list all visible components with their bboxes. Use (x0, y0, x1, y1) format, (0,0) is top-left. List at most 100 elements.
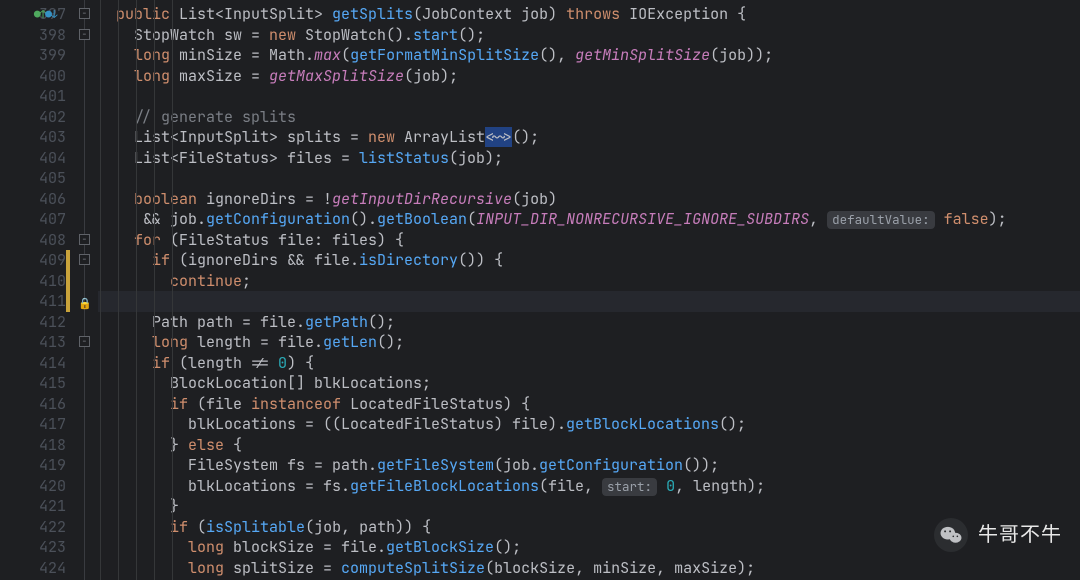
code-token: getConfiguration (206, 209, 350, 229)
code-line[interactable]: long blockSize = file.getBlockSize(); (98, 537, 1080, 558)
code-token: getFileBlockLocations (350, 476, 539, 496)
line-number[interactable]: 398 (0, 25, 66, 46)
line-number[interactable]: 422 (0, 517, 66, 538)
code-line[interactable]: public List<InputSplit> getSplits(JobCon… (98, 4, 1080, 25)
code-line[interactable]: Path path = file.getPath(); (98, 312, 1080, 333)
code-token: getMinSplitSize (575, 45, 710, 65)
code-line[interactable]: if (ignoreDirs && file.isDirectory()) { (98, 250, 1080, 271)
code-line[interactable]: continue; (98, 271, 1080, 292)
line-number[interactable]: 419 (0, 455, 66, 476)
code-token: (); (377, 332, 404, 352)
line-number[interactable]: 408 (0, 230, 66, 251)
line-number[interactable]: 405 (0, 168, 66, 189)
code-area[interactable]: public List<InputSplit> getSplits(JobCon… (98, 0, 1080, 580)
line-number[interactable]: 413 (0, 332, 66, 353)
fold-column[interactable]: −−−−−🔒 (72, 0, 98, 580)
line-number[interactable]: 403 (0, 127, 66, 148)
code-token: ()) { (458, 250, 503, 270)
code-token: (blockSize, minSize, maxSize); (485, 558, 755, 578)
line-number[interactable]: 414 (0, 353, 66, 374)
code-token: (job)); (710, 45, 773, 65)
indent-guide (154, 0, 155, 580)
code-editor[interactable]: ●↑●↓ 39739839940040140240340440540640740… (0, 0, 1080, 580)
code-token: (job, path)) { (305, 517, 431, 537)
watermark-text: 牛哥不牛 (978, 525, 1062, 546)
code-token: ; (242, 271, 251, 291)
code-token: long (188, 537, 233, 557)
code-line[interactable]: BlockLocation[] blkLocations; (98, 373, 1080, 394)
line-number[interactable]: 417 (0, 414, 66, 435)
code-token: INPUT_DIR_NONRECURSIVE_IGNORE_SUBDIRS (476, 209, 809, 229)
line-number[interactable]: 406 (0, 189, 66, 210)
code-token (98, 250, 152, 270)
line-number[interactable]: 415 (0, 373, 66, 394)
code-token: } (98, 435, 188, 455)
code-token: List<InputSplit> (179, 4, 332, 24)
code-line[interactable]: List<InputSplit> splits = new ArrayList<… (98, 127, 1080, 148)
line-number[interactable]: 407 (0, 209, 66, 230)
line-number[interactable]: 401 (0, 86, 66, 107)
code-token: blockSize = file. (233, 537, 386, 557)
code-token (98, 107, 134, 127)
fold-toggle[interactable]: − (79, 234, 90, 245)
vcs-incoming-icon[interactable]: ●↑ (34, 8, 45, 22)
code-line[interactable]: } else { (98, 435, 1080, 456)
line-number[interactable]: 399 (0, 45, 66, 66)
line-number[interactable]: 411 (0, 291, 66, 312)
code-token: if (170, 394, 197, 414)
code-line[interactable]: long splitSize = computeSplitSize(blockS… (98, 558, 1080, 579)
code-line[interactable]: StopWatch sw = new StopWatch().start(); (98, 25, 1080, 46)
code-line[interactable]: long minSize = Math.max(getFormatMinSpli… (98, 45, 1080, 66)
code-token: FileSystem fs = path. (98, 455, 377, 475)
line-number[interactable]: 418 (0, 435, 66, 456)
code-token: getFileSystem (377, 455, 494, 475)
line-number[interactable]: 420 (0, 476, 66, 497)
code-token: ArrayList (404, 127, 485, 147)
code-line[interactable]: if (isSplitable(job, path)) { (98, 517, 1080, 538)
code-token: computeSplitSize (341, 558, 485, 578)
code-line[interactable]: if (file instanceof LocatedFileStatus) { (98, 394, 1080, 415)
code-line[interactable]: // generate splits (98, 107, 1080, 128)
line-number[interactable]: 404 (0, 148, 66, 169)
code-token: max (314, 45, 341, 65)
code-line[interactable] (98, 168, 1080, 189)
line-number[interactable]: 402 (0, 107, 66, 128)
code-token: ()); (683, 455, 719, 475)
code-line[interactable]: long maxSize = getMaxSplitSize(job); (98, 66, 1080, 87)
code-token: false (944, 209, 989, 229)
vcs-outgoing-icon[interactable]: ●↓ (45, 8, 56, 22)
fold-toggle[interactable]: − (79, 8, 90, 19)
code-line[interactable]: long length = file.getLen(); (98, 332, 1080, 353)
code-line[interactable]: && job.getConfiguration().getBoolean(INP… (98, 209, 1080, 230)
fold-toggle[interactable]: − (79, 29, 90, 40)
line-number[interactable]: 416 (0, 394, 66, 415)
code-line[interactable]: for (FileStatus file: files) { (98, 230, 1080, 251)
code-line[interactable]: List<FileStatus> files = listStatus(job)… (98, 148, 1080, 169)
code-token: blkLocations = ((LocatedFileStatus) file… (98, 414, 566, 434)
line-number[interactable]: 400 (0, 66, 66, 87)
code-line[interactable]: } (98, 496, 1080, 517)
code-token: (); (512, 127, 539, 147)
fold-toggle[interactable]: − (79, 336, 90, 347)
code-line[interactable] (98, 86, 1080, 107)
code-line[interactable]: FileSystem fs = path.getFileSystem(job.g… (98, 455, 1080, 476)
line-number[interactable]: 409 (0, 250, 66, 271)
fold-toggle[interactable]: − (79, 254, 90, 265)
code-token (98, 189, 134, 209)
line-number[interactable]: 423 (0, 537, 66, 558)
code-line[interactable]: boolean ignoreDirs = !getInputDirRecursi… (98, 189, 1080, 210)
line-number[interactable]: 410 (0, 271, 66, 292)
code-token: (FileStatus file: files) { (170, 230, 404, 250)
line-number[interactable]: 412 (0, 312, 66, 333)
vcs-change-markers[interactable]: ●↑●↓ (34, 5, 56, 26)
code-line[interactable]: if (length != 0) { (98, 353, 1080, 374)
line-number[interactable]: 421 (0, 496, 66, 517)
line-number-gutter[interactable]: 3973983994004014024034044054064074084094… (0, 0, 72, 580)
code-token: getBlockSize (386, 537, 494, 557)
line-number[interactable]: 424 (0, 558, 66, 579)
code-token: getSplits (332, 4, 413, 24)
code-token: (), (539, 45, 575, 65)
code-line[interactable]: blkLocations = ((LocatedFileStatus) file… (98, 414, 1080, 435)
code-token: ( (197, 517, 206, 537)
code-line[interactable]: blkLocations = fs.getFileBlockLocations(… (98, 476, 1080, 497)
